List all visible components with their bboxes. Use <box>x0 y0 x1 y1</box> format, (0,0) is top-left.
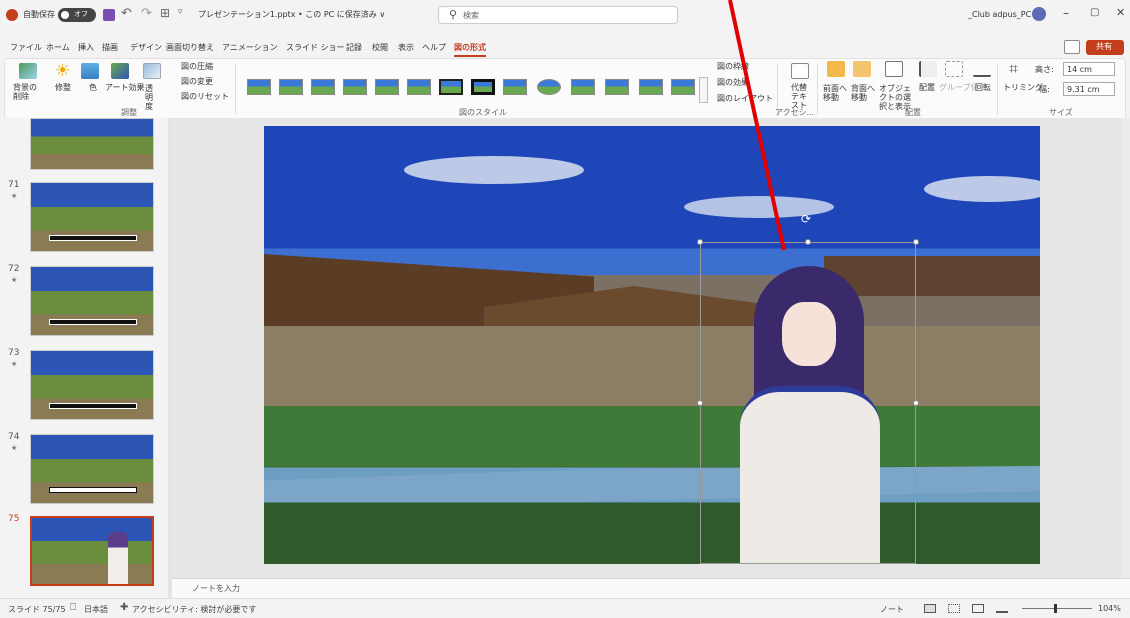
caption-box <box>49 487 137 493</box>
character-thumbnail <box>108 532 128 584</box>
present-icon[interactable]: ⊞ <box>160 6 170 20</box>
slide-number: 72 <box>8 264 20 274</box>
remove-bg-label[interactable]: 背景の削除 <box>13 83 43 101</box>
slide-number: 73 <box>8 348 20 358</box>
reading-view-icon[interactable] <box>972 604 984 613</box>
tab-design[interactable]: デザイン <box>130 42 162 53</box>
zoom-level[interactable]: 104% <box>1098 604 1121 613</box>
status-bar: スライド 75/75 ⎕ 日本語 ✚ アクセシビリティ: 検討が必要です ノート… <box>0 598 1130 618</box>
grass <box>264 406 1040 466</box>
tab-file[interactable]: ファイル <box>10 42 42 53</box>
caption-box <box>49 403 137 409</box>
slide-number: 75 <box>8 514 20 524</box>
river <box>264 466 1040 502</box>
slide-thumbnail[interactable] <box>30 182 154 252</box>
normal-view-icon[interactable] <box>924 604 936 613</box>
caption-box <box>49 319 137 325</box>
selection-frame[interactable] <box>700 242 916 564</box>
slide-thumbnail-pane: 71 ★ 72 ★ 73 ★ 74 ★ 75 <box>0 118 172 598</box>
annotation-arrow <box>728 0 786 251</box>
corrections-label[interactable]: 修整 <box>55 84 71 92</box>
save-icon[interactable] <box>103 9 115 21</box>
artistic-effects-icon[interactable] <box>111 63 129 79</box>
redo-icon[interactable]: ↷ <box>141 6 152 21</box>
zoom-slider-thumb[interactable] <box>1054 604 1057 613</box>
notes-placeholder: ノートを入力 <box>192 584 240 593</box>
autosave-toggle[interactable]: オフ <box>58 8 96 22</box>
stone-wall <box>264 326 1040 406</box>
slideshow-view-icon[interactable] <box>996 604 1008 613</box>
slide-number: 71 <box>8 180 20 190</box>
artistic-effects-label[interactable]: アート効果 <box>105 84 145 92</box>
color-label[interactable]: 色 <box>89 84 97 92</box>
caption-box <box>49 235 137 241</box>
canvas-scrollbar[interactable] <box>1122 118 1130 578</box>
undo-icon[interactable]: ↶ <box>121 6 132 21</box>
notes-pane[interactable]: ノートを入力 <box>172 578 1130 598</box>
color-icon[interactable] <box>81 63 99 79</box>
autosave-label: 自動保存 <box>23 10 55 19</box>
tab-insert[interactable]: 挿入 <box>78 42 94 53</box>
powerpoint-logo-icon <box>6 9 18 21</box>
animation-star-icon: ★ <box>11 360 18 368</box>
adjust-group-label: 調整 <box>121 108 137 117</box>
language-indicator[interactable]: 日本語 <box>84 604 108 615</box>
transparency-icon[interactable] <box>143 63 161 79</box>
accessibility-icon[interactable]: ✚ <box>120 602 128 613</box>
tab-home[interactable]: ホーム <box>46 42 70 53</box>
corrections-icon[interactable]: ☀ <box>55 61 70 81</box>
slide-counter[interactable]: スライド 75/75 <box>8 604 66 615</box>
remove-background-icon[interactable] <box>19 63 37 79</box>
slide-sorter-icon[interactable] <box>948 604 960 613</box>
accessibility-status[interactable]: アクセシビリティ: 検討が必要です <box>132 604 256 615</box>
slide-thumbnail-70[interactable] <box>30 118 154 170</box>
animation-star-icon: ★ <box>11 276 18 284</box>
tab-draw[interactable]: 描画 <box>102 42 118 53</box>
slide-thumbnail[interactable] <box>30 434 154 504</box>
slide-thumbnail[interactable] <box>30 350 154 420</box>
animation-star-icon: ★ <box>11 192 18 200</box>
slide-number: 74 <box>8 432 20 442</box>
notes-toggle-button[interactable]: ノート <box>880 604 904 615</box>
animation-star-icon: ★ <box>11 444 18 452</box>
spelling-icon[interactable]: ⎕ <box>70 602 76 613</box>
resize-handle[interactable] <box>913 400 919 406</box>
slide-thumbnail-selected[interactable] <box>30 516 154 586</box>
transparency-label[interactable]: 透明度 <box>145 84 159 112</box>
resize-handle[interactable] <box>697 400 703 406</box>
slide-thumbnail[interactable] <box>30 266 154 336</box>
zoom-slider[interactable] <box>1022 604 1092 613</box>
slide-editing-area: ⟳ <box>172 0 1130 578</box>
